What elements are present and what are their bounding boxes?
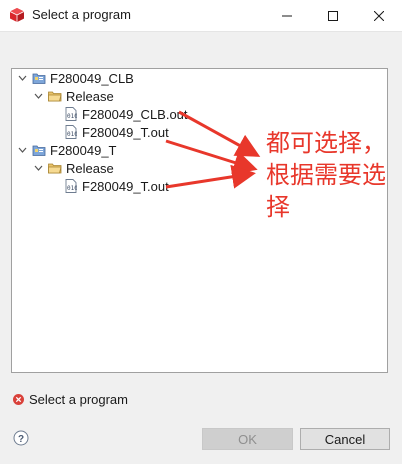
maximize-icon bbox=[328, 10, 338, 21]
tree-item-folder-release[interactable]: Release bbox=[32, 159, 114, 177]
chevron-down-icon[interactable] bbox=[32, 90, 44, 102]
annotation-text: 都可选择，根据需要选择 bbox=[266, 129, 386, 221]
folder-icon bbox=[48, 161, 62, 175]
tree-item-file[interactable]: 010 F280049_T.out bbox=[64, 177, 169, 195]
tree-item-label: F280049_T.out bbox=[82, 124, 169, 140]
folder-icon bbox=[48, 89, 62, 103]
binary-file-icon: 010 bbox=[64, 107, 78, 121]
chevron-down-icon[interactable] bbox=[16, 144, 28, 156]
help-icon[interactable]: ? bbox=[13, 430, 29, 446]
title-bar: Select a program bbox=[0, 0, 402, 32]
svg-text:?: ? bbox=[18, 434, 24, 445]
project-icon bbox=[32, 71, 46, 85]
tree-item-project-f280049-clb[interactable]: F280049_CLB bbox=[16, 69, 134, 87]
chevron-down-icon[interactable] bbox=[16, 72, 28, 84]
chevron-down-icon[interactable] bbox=[32, 162, 44, 174]
tree-item-label: F280049_CLB bbox=[50, 70, 134, 86]
svg-text:010: 010 bbox=[67, 131, 77, 138]
binary-file-icon: 010 bbox=[64, 125, 78, 139]
minimize-icon bbox=[282, 15, 292, 16]
error-icon bbox=[13, 394, 24, 405]
ok-button[interactable]: OK bbox=[202, 428, 293, 450]
tree-item-label: F280049_CLB.out bbox=[82, 106, 188, 122]
svg-text:010: 010 bbox=[67, 113, 77, 120]
tree-item-project-f280049-t[interactable]: F280049_T bbox=[16, 141, 117, 159]
red-cube-icon bbox=[10, 8, 24, 22]
tree-item-label: F280049_T bbox=[50, 142, 117, 158]
project-icon bbox=[32, 143, 46, 157]
tree-item-folder-release[interactable]: Release bbox=[32, 87, 114, 105]
cancel-button[interactable]: Cancel bbox=[300, 428, 390, 450]
tree-item-label: F280049_T.out bbox=[82, 178, 169, 194]
binary-file-icon: 010 bbox=[64, 179, 78, 193]
tree-item-label: Release bbox=[66, 160, 114, 176]
close-button[interactable] bbox=[356, 0, 402, 31]
minimize-button[interactable] bbox=[264, 0, 310, 31]
status-message: Select a program bbox=[13, 392, 128, 407]
window-title: Select a program bbox=[32, 7, 131, 22]
maximize-button[interactable] bbox=[310, 0, 356, 31]
tree-item-file[interactable]: 010 F280049_CLB.out bbox=[64, 105, 188, 123]
status-text: Select a program bbox=[29, 392, 128, 407]
svg-text:010: 010 bbox=[67, 185, 77, 192]
tree-item-file[interactable]: 010 F280049_T.out bbox=[64, 123, 169, 141]
tree-item-label: Release bbox=[66, 88, 114, 104]
close-icon bbox=[374, 10, 384, 21]
